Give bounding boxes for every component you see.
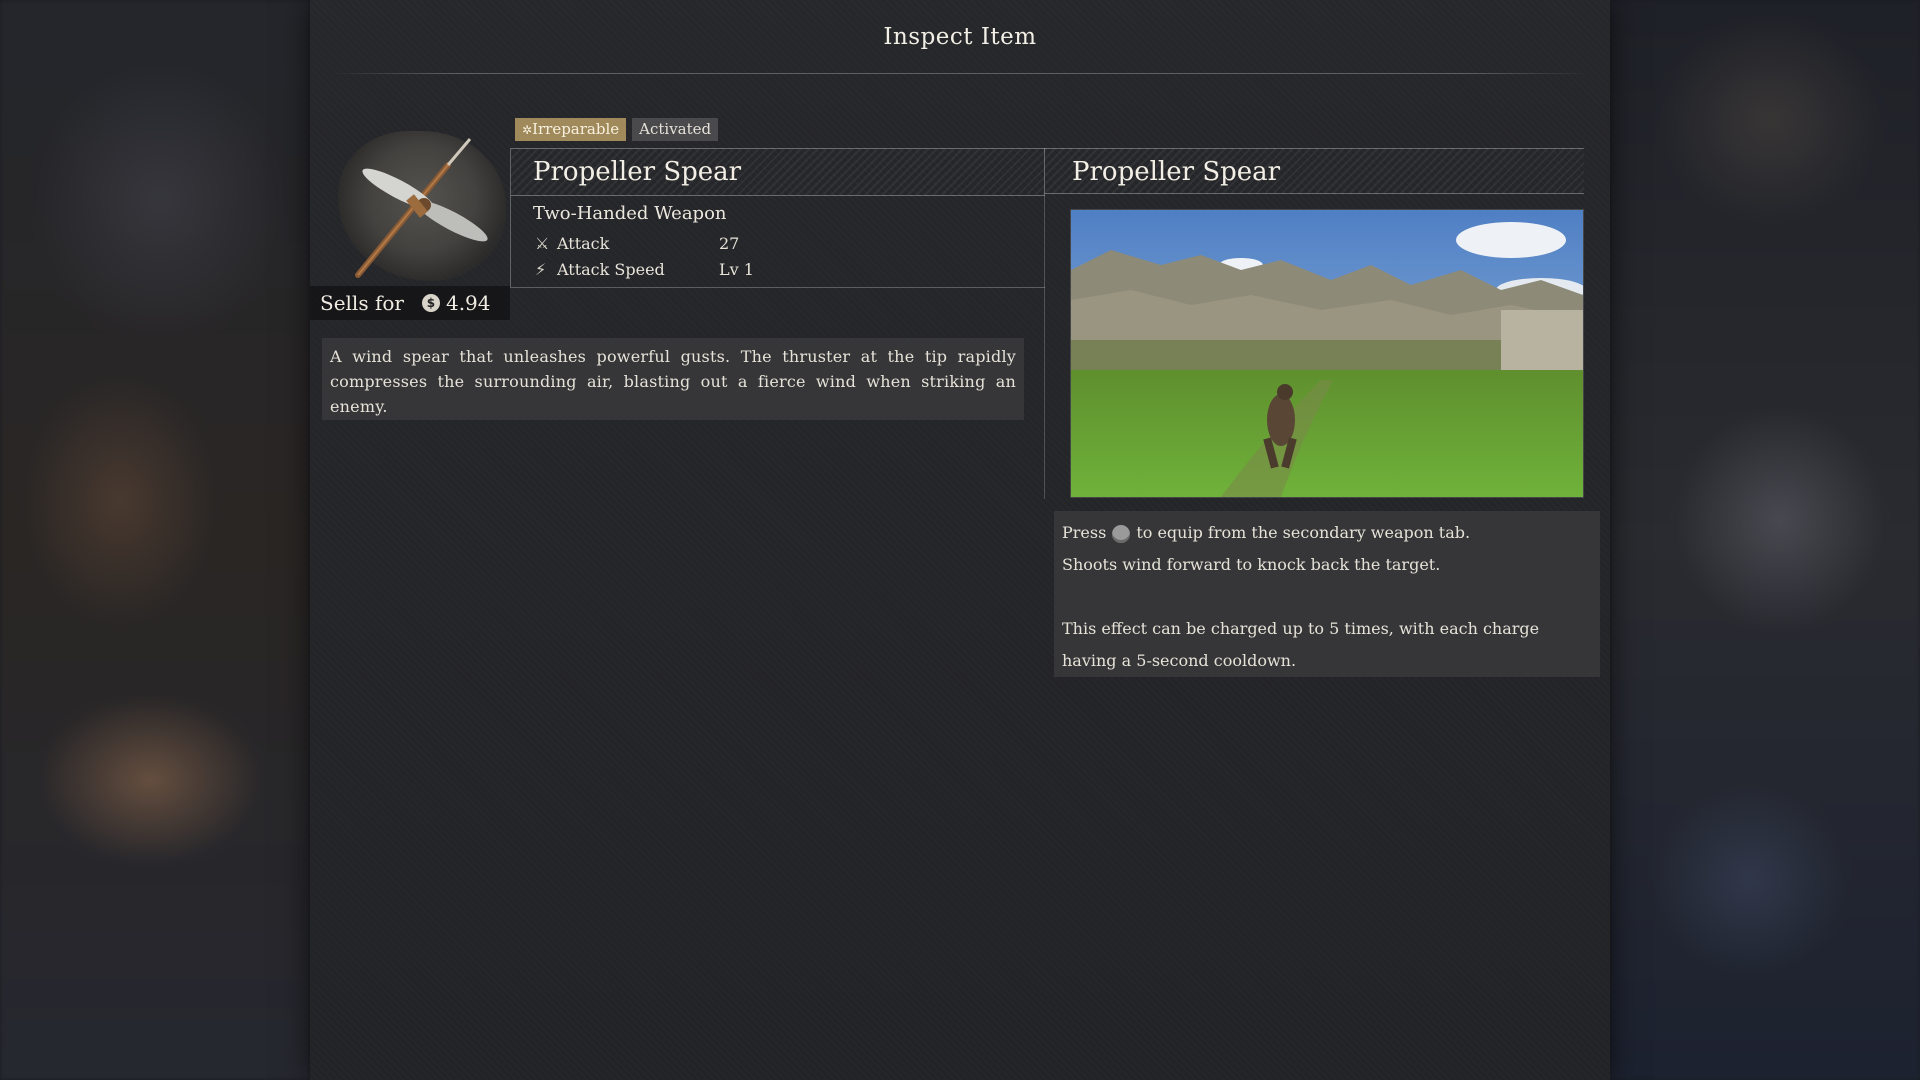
speed-icon: ⚡ bbox=[535, 259, 547, 279]
effect-line-knockback: Shoots wind forward to knock back the ta… bbox=[1062, 555, 1441, 574]
tag-irreparable-label: Irreparable bbox=[532, 120, 620, 138]
stat-value: 27 bbox=[719, 233, 740, 253]
tag-activated: Activated bbox=[632, 118, 719, 141]
title-divider bbox=[330, 73, 1590, 74]
page-title: Inspect Item bbox=[883, 24, 1037, 50]
propeller-spear-icon bbox=[355, 138, 488, 278]
blurred-background-right bbox=[1610, 0, 1920, 1080]
item-thumbnail bbox=[328, 125, 508, 285]
blurred-background-left bbox=[0, 0, 310, 1080]
stat-label: Attack Speed bbox=[557, 259, 665, 279]
item-description: A wind spear that unleashes powerful gus… bbox=[322, 338, 1024, 420]
effect-line-equip-post: to equip from the secondary weapon tab. bbox=[1136, 523, 1471, 542]
effect-spacer bbox=[1062, 581, 1592, 613]
coin-icon: $ bbox=[421, 294, 440, 312]
inspect-item-panel: Inspect Item Sells for $ 4.94 ✲Irreparab… bbox=[310, 0, 1610, 1080]
mouse-button-icon bbox=[1112, 524, 1131, 543]
tag-irreparable: ✲Irreparable bbox=[515, 118, 627, 141]
item-name: Propeller Spear bbox=[511, 148, 1045, 196]
stat-row-attack-speed: ⚡ Attack Speed Lv 1 bbox=[511, 256, 1045, 282]
effect-description: Press to equip from the secondary weapon … bbox=[1054, 511, 1600, 677]
landscape-preview bbox=[1071, 210, 1583, 497]
item-stats-box: Propeller Spear Two-Handed Weapon ⚔ Atta… bbox=[510, 148, 1045, 288]
stats-divider bbox=[511, 287, 1045, 288]
effect-line-charge: This effect can be charged up to 5 times… bbox=[1062, 619, 1540, 670]
item-tags: ✲Irreparable Activated bbox=[515, 118, 719, 141]
stat-row-attack: ⚔ Attack 27 bbox=[511, 230, 1045, 256]
column-divider bbox=[1044, 194, 1045, 499]
effect-line-equip: Press to equip from the secondary weapon … bbox=[1062, 517, 1592, 549]
effect-title: Propeller Spear bbox=[1044, 148, 1584, 194]
sell-price: Sells for $ 4.94 bbox=[310, 286, 510, 320]
stat-value: Lv 1 bbox=[719, 259, 754, 279]
stat-label: Attack bbox=[557, 233, 610, 253]
sells-value: 4.94 bbox=[445, 291, 491, 315]
effect-preview-image bbox=[1070, 209, 1584, 498]
sells-label: Sells for bbox=[320, 291, 404, 315]
broken-wrench-icon: ✲ bbox=[522, 123, 533, 137]
effect-line-equip-pre: Press bbox=[1062, 523, 1107, 542]
item-type: Two-Handed Weapon bbox=[533, 203, 727, 224]
sword-icon: ⚔ bbox=[535, 233, 550, 253]
